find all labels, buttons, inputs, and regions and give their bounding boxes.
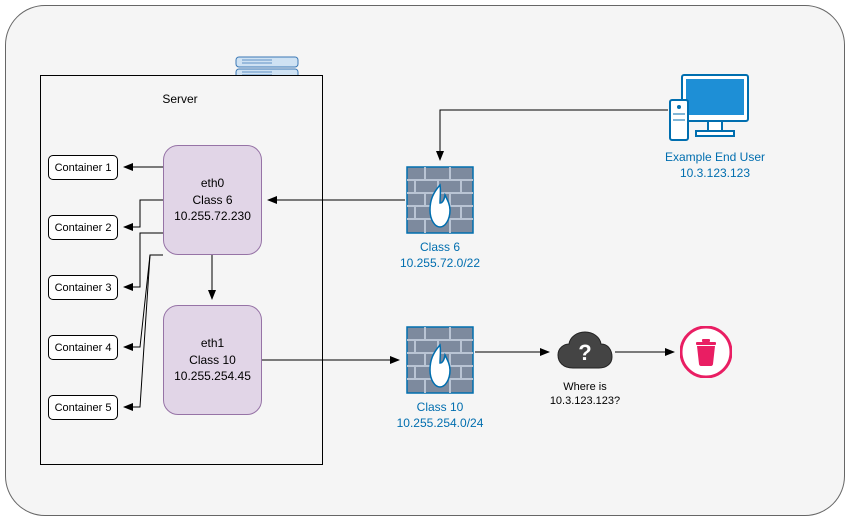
container-label: Container 3 (55, 282, 112, 294)
firewall-class6-icon (405, 165, 475, 235)
cloud-question-icon: ? (555, 330, 615, 375)
iface-class: Class 10 (189, 352, 236, 369)
interface-eth0: eth0 Class 6 10.255.72.230 (163, 145, 262, 255)
container-3: Container 3 (48, 275, 118, 300)
fw-class: Class 6 (420, 240, 460, 254)
fw-class: Class 10 (417, 400, 464, 414)
firewall-class10-icon (405, 325, 475, 395)
container-2: Container 2 (48, 215, 118, 240)
cloud-question-label: Where is 10.3.123.123? (545, 380, 625, 409)
firewall-class6-label: Class 6 10.255.72.0/22 (395, 240, 485, 271)
fw-subnet: 10.255.72.0/22 (400, 256, 480, 270)
trash-icon (680, 326, 732, 378)
firewall-class10-label: Class 10 10.255.254.0/24 (390, 400, 490, 431)
cloud-line2: 10.3.123.123? (550, 395, 620, 407)
server-title: Server (140, 92, 220, 106)
cloud-line1: Where is (563, 381, 606, 393)
user-title: Example End User (665, 150, 765, 164)
iface-ip: 10.255.72.230 (174, 208, 251, 225)
container-label: Container 1 (55, 162, 112, 174)
container-5: Container 5 (48, 395, 118, 420)
svg-text:?: ? (578, 340, 591, 365)
iface-name: eth1 (201, 335, 224, 352)
container-label: Container 4 (55, 342, 112, 354)
end-user-label: Example End User 10.3.123.123 (650, 150, 780, 181)
interface-eth1: eth1 Class 10 10.255.254.45 (163, 305, 262, 415)
container-4: Container 4 (48, 335, 118, 360)
container-1: Container 1 (48, 155, 118, 180)
user-ip: 10.3.123.123 (680, 166, 750, 180)
diagram-canvas: Server Container 1 Container 2 Container… (0, 0, 851, 521)
end-user-icon (668, 70, 758, 145)
iface-ip: 10.255.254.45 (174, 368, 251, 385)
fw-subnet: 10.255.254.0/24 (397, 416, 484, 430)
iface-class: Class 6 (192, 192, 232, 209)
container-label: Container 5 (55, 402, 112, 414)
container-label: Container 2 (55, 222, 112, 234)
iface-name: eth0 (201, 175, 224, 192)
